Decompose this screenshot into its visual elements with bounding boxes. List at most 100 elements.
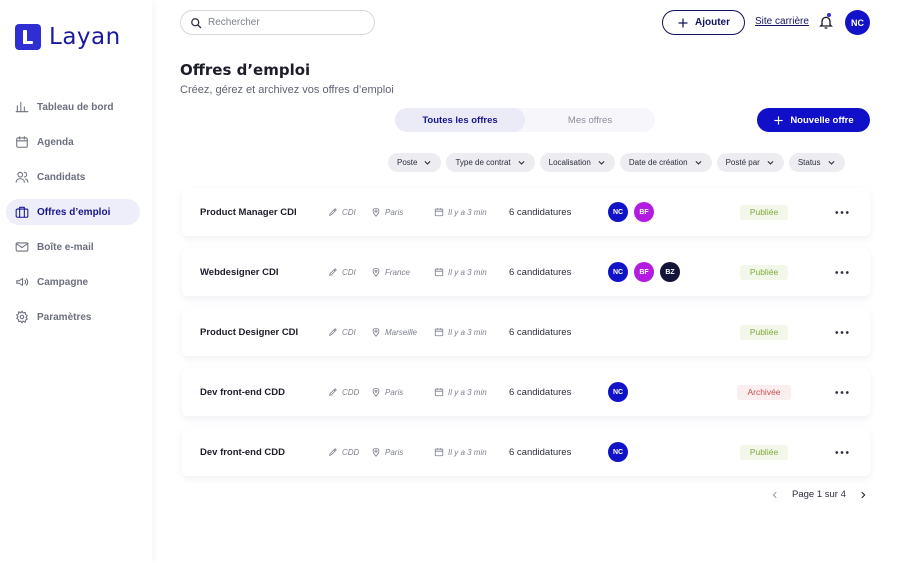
add-button-label: Ajouter [695,17,730,28]
filter-bar: Poste Type de contrat Localisation Date de … [388,153,845,172]
candidates-count: 6 candidatures [509,446,572,458]
sidebar-item-6[interactable]: Paramètres [6,304,140,330]
chevron-right-icon[interactable] [858,490,868,500]
offer-row[interactable]: Product Designer CDI CDI Marseille Il y a 3… [182,308,870,356]
more-actions-button[interactable] [832,308,852,356]
calendar-icon [434,448,444,457]
location-pin-icon [372,447,380,457]
contract-type: CDI [328,248,356,296]
filter-dropdown[interactable]: Status [788,153,845,172]
candidate-avatar[interactable]: BF [634,202,654,222]
sidebar-item-0[interactable]: Tableau de bord [6,94,140,120]
date-label: Il y a 3 min [448,387,487,397]
offer-title: Product Designer CDI [200,326,299,338]
filter-dropdown[interactable]: Poste [388,153,442,172]
pen-icon [329,208,337,216]
date-label: Il y a 3 min [448,267,487,277]
candidate-avatar[interactable]: BZ [660,262,680,282]
users-icon [15,171,29,183]
sidebar-item-label: Agenda [37,136,74,148]
sidebar-item-3[interactable]: Offres d’emploi [6,199,140,225]
sidebar-item-label: Candidats [37,171,86,183]
location-pin-icon [372,327,380,337]
offer-title: Product Manager CDI [200,206,297,218]
tab-all-offers[interactable]: Toutes les offres [395,108,525,132]
candidate-avatar[interactable]: NC [608,202,628,222]
new-offer-button[interactable]: Nouvelle offre [757,108,870,132]
contract-label: CDI [342,207,356,217]
contract-type: CDI [328,308,356,356]
more-actions-button[interactable] [832,428,852,476]
filter-label: Type de contrat [455,158,511,167]
location: Marseille [371,308,417,356]
location-pin-icon [372,207,380,217]
status-cell: Publiée [737,428,791,476]
more-horizontal-icon [835,210,849,214]
filter-dropdown[interactable]: Localisation [539,153,615,172]
filter-dropdown[interactable]: Posté par [716,153,784,172]
page-subtitle: Créez, gérez et archivez vos offres d’em… [180,84,394,96]
logo-icon [15,24,41,50]
chart-bars-icon [15,101,29,113]
filter-dropdown[interactable]: Type de contrat [446,153,535,172]
mail-icon [15,242,29,252]
filter-label: Date de création [628,158,688,167]
offer-title: Dev front-end CDD [200,386,285,398]
created-date: Il y a 3 min [434,368,487,416]
search-bar[interactable] [180,10,375,35]
filter-dropdown[interactable]: Date de création [619,153,712,172]
location: France [371,248,410,296]
offer-row[interactable]: Webdesigner CDI CDI France Il y a 3 min 6 ca… [182,248,870,296]
sidebar-item-4[interactable]: Boîte e-mail [6,234,140,260]
sidebar-nav: Tableau de bord Agenda Candidats Offres d’e… [6,94,140,339]
brand-name: Layan [49,24,121,50]
bell-icon[interactable] [818,14,834,30]
candidate-avatar[interactable]: BF [634,262,654,282]
offer-row[interactable]: Product Manager CDI CDI Paris Il y a 3 min 6… [182,188,870,236]
more-horizontal-icon [835,450,849,454]
tab-my-offers[interactable]: Mes offres [525,108,655,132]
sidebar-item-1[interactable]: Agenda [6,129,140,155]
created-date: Il y a 3 min [434,308,487,356]
location: Paris [371,368,403,416]
sidebar-item-label: Campagne [37,276,89,288]
user-avatar[interactable]: NC [845,10,870,35]
offer-row[interactable]: Dev front-end CDD CDD Paris Il y a 3 min 6 c… [182,428,870,476]
more-actions-button[interactable] [832,368,852,416]
offer-row[interactable]: Dev front-end CDD CDD Paris Il y a 3 min 6 c… [182,368,870,416]
add-button[interactable]: Ajouter [662,10,745,35]
date-label: Il y a 3 min [448,207,487,217]
created-date: Il y a 3 min [434,428,487,476]
page-title: Offres d’emploi [180,61,311,79]
candidate-avatar[interactable]: NC [608,382,628,402]
candidates-count: 6 candidatures [509,326,572,338]
more-horizontal-icon [835,270,849,274]
date-label: Il y a 3 min [448,327,487,337]
chevron-down-icon [827,160,835,165]
candidate-avatar[interactable]: NC [608,262,628,282]
filter-label: Status [797,158,821,167]
location-label: Paris [385,207,404,217]
filter-label: Posté par [725,158,760,167]
sidebar-item-2[interactable]: Candidats [6,164,140,190]
chevron-down-icon [424,160,431,165]
more-actions-button[interactable] [832,188,852,236]
app-window: Layan Tableau de bord Agenda Candidats Offr… [0,0,900,563]
sidebar-item-label: Tableau de bord [37,101,114,113]
chevron-down-icon [695,160,702,165]
status-cell: Publiée [737,248,791,296]
status-cell: Publiée [737,308,791,356]
candidate-avatar[interactable]: NC [608,442,628,462]
calendar-icon [434,208,444,217]
site-carriere-link[interactable]: Site carrière [755,16,809,27]
sidebar-item-5[interactable]: Campagne [6,269,140,295]
chevron-left-icon[interactable] [770,490,780,500]
search-input[interactable] [208,17,358,28]
pagination: Page 1 sur 4 [770,489,868,500]
offers-list: Product Manager CDI CDI Paris Il y a 3 min 6… [182,188,870,488]
logo[interactable]: Layan [15,24,121,50]
chevron-down-icon [598,160,605,165]
plus-icon [678,18,688,27]
location-label: Paris [385,447,404,457]
more-actions-button[interactable] [832,248,852,296]
